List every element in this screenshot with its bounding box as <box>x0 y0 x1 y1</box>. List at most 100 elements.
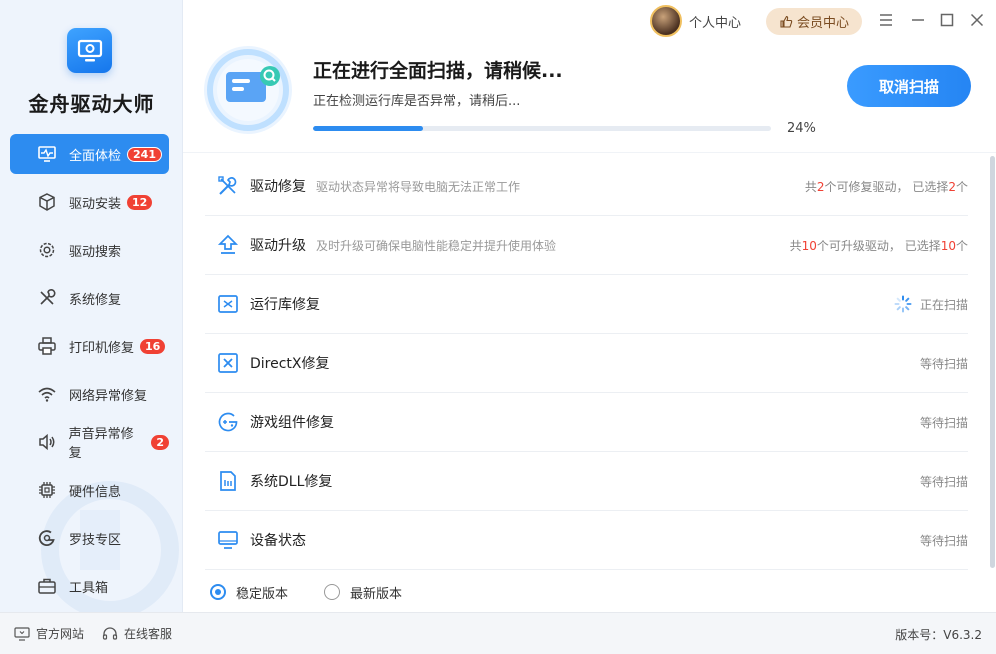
vip-center-label: 会员中心 <box>796 16 849 31</box>
sidebar-item-label: 网络异常修复 <box>69 388 148 404</box>
count-badge: 241 <box>127 146 162 162</box>
sidebar-item-sound-repair[interactable]: 声音异常修复 2 <box>10 422 169 462</box>
official-website-link[interactable]: 官方网站 <box>14 625 84 642</box>
progress-fill <box>313 126 423 131</box>
loading-spinner-icon <box>894 295 912 313</box>
item-name: 游戏组件修复 <box>250 415 334 431</box>
app-logo <box>67 28 112 73</box>
item-name: 驱动修复 <box>250 179 306 195</box>
sidebar-item-hardware-info[interactable]: 硬件信息 <box>10 470 169 510</box>
title-bar: 个人中心 会员中心 <box>183 0 996 42</box>
directx-icon <box>216 351 240 375</box>
gamepad-icon <box>216 410 240 434</box>
website-icon <box>14 626 30 641</box>
item-name: 运行库修复 <box>250 297 320 313</box>
item-status: 正在扫描 <box>894 295 968 313</box>
sidebar-item-logitech[interactable]: 罗技专区 <box>10 518 169 558</box>
headset-icon <box>102 626 118 640</box>
sidebar-item-label: 系统修复 <box>69 292 122 308</box>
runtime-icon <box>216 292 240 316</box>
gear-search-icon <box>36 239 58 261</box>
stable-version-radio[interactable]: 稳定版本 <box>210 583 288 602</box>
version-number: 版本号：V6.3.2 <box>895 628 982 642</box>
sidebar-item-label: 打印机修复 <box>69 340 135 356</box>
item-description: 驱动状态异常将导致电脑无法正常工作 <box>316 179 521 194</box>
item-description: 及时升级可确保电脑性能稳定并提升使用体验 <box>316 238 557 253</box>
minimize-icon[interactable] <box>910 12 926 28</box>
list-item-device-status[interactable]: 设备状态 等待扫描 <box>205 511 968 570</box>
tools-icon <box>216 174 240 198</box>
progress-percent: 24% <box>787 121 816 136</box>
item-name: 系统DLL修复 <box>250 474 333 490</box>
item-status: 共2个可修复驱动， 已选择2个 <box>804 179 968 194</box>
list-item-directx-repair[interactable]: DirectX修复 等待扫描 <box>205 334 968 393</box>
online-support-link[interactable]: 在线客服 <box>102 625 172 642</box>
footer: 官方网站 在线客服 版本号：V6.3.2 <box>0 612 996 654</box>
scan-illustration <box>204 46 292 134</box>
menu-icon[interactable] <box>878 12 894 28</box>
item-name: DirectX修复 <box>250 356 330 372</box>
item-name: 设备状态 <box>250 533 306 549</box>
website-label: 官方网站 <box>36 627 85 641</box>
item-status: 等待扫描 <box>919 533 968 548</box>
version-selector: 稳定版本 最新版本 <box>183 572 996 612</box>
list-item-driver-repair[interactable]: 驱动修复 驱动状态异常将导致电脑无法正常工作 共2个可修复驱动， 已选择2个 <box>205 157 968 216</box>
item-name: 驱动升级 <box>250 238 306 254</box>
sidebar: 金舟驱动大师 全面体检 241 驱动安装 12 驱动搜索 系统修复 打印机修复 … <box>0 0 183 612</box>
speaker-icon <box>36 431 58 453</box>
chip-icon <box>36 479 58 501</box>
support-label: 在线客服 <box>124 627 173 641</box>
sidebar-item-driver-install[interactable]: 驱动安装 12 <box>10 182 169 222</box>
logitech-icon <box>36 527 58 549</box>
sidebar-item-label: 驱动安装 <box>69 196 122 212</box>
sidebar-item-label: 全面体检 <box>69 148 122 164</box>
wifi-icon <box>36 383 58 405</box>
thumbs-up-icon <box>780 15 793 28</box>
sidebar-item-printer-repair[interactable]: 打印机修复 16 <box>10 326 169 366</box>
sidebar-item-label: 驱动搜索 <box>69 244 122 260</box>
close-icon[interactable] <box>969 12 985 28</box>
vip-center-button[interactable]: 会员中心 <box>766 8 862 35</box>
list-item-runtime-repair[interactable]: 运行库修复 正在扫描 <box>205 275 968 334</box>
toolbox-icon <box>36 575 58 597</box>
sidebar-item-label: 工具箱 <box>69 580 109 596</box>
sidebar-item-label: 硬件信息 <box>69 484 122 500</box>
dll-file-icon <box>216 469 240 493</box>
radio-unchecked-icon <box>324 584 341 600</box>
radio-checked-icon <box>210 584 226 600</box>
cancel-scan-button[interactable]: 取消扫描 <box>847 65 971 107</box>
radio-label: 最新版本 <box>350 586 403 602</box>
radio-label: 稳定版本 <box>236 586 289 602</box>
scan-subtitle: 正在检测运行库是否异常，请稍后... <box>313 94 521 109</box>
wrench-icon <box>36 287 58 309</box>
sidebar-item-system-repair[interactable]: 系统修复 <box>10 278 169 318</box>
sidebar-item-label: 声音异常修复 <box>68 427 134 461</box>
sidebar-item-network-repair[interactable]: 网络异常修复 <box>10 374 169 414</box>
maximize-icon[interactable] <box>939 12 955 28</box>
item-status: 等待扫描 <box>919 474 968 489</box>
item-status: 等待扫描 <box>919 415 968 430</box>
sidebar-item-label: 罗技专区 <box>69 532 122 548</box>
avatar[interactable] <box>650 5 682 37</box>
app-title: 金舟驱动大师 <box>28 92 155 116</box>
list-item-driver-upgrade[interactable]: 驱动升级 及时升级可确保电脑性能稳定并提升使用体验 共10个可升级驱动， 已选择… <box>205 216 968 275</box>
sidebar-item-toolbox[interactable]: 工具箱 <box>10 566 169 606</box>
item-status: 共10个可升级驱动， 已选择10个 <box>789 238 968 253</box>
monitor-scan-icon <box>36 143 58 165</box>
sidebar-item-driver-search[interactable]: 驱动搜索 <box>10 230 169 270</box>
logo-icon <box>77 39 102 61</box>
scan-progress-bar <box>313 126 771 131</box>
sidebar-nav: 全面体检 241 驱动安装 12 驱动搜索 系统修复 打印机修复 16 网络异常… <box>10 134 169 612</box>
count-badge: 2 <box>151 434 169 450</box>
latest-version-radio[interactable]: 最新版本 <box>324 583 402 602</box>
scan-title: 正在进行全面扫描，请稍候... <box>313 60 563 82</box>
list-item-game-component-repair[interactable]: 游戏组件修复 等待扫描 <box>205 393 968 452</box>
personal-center-link[interactable]: 个人中心 <box>689 12 741 31</box>
printer-icon <box>36 335 58 357</box>
scrollbar[interactable] <box>990 156 995 568</box>
count-badge: 16 <box>140 338 166 354</box>
sidebar-item-full-scan[interactable]: 全面体检 241 <box>10 134 169 174</box>
item-status: 等待扫描 <box>919 356 968 371</box>
list-item-system-dll-repair[interactable]: 系统DLL修复 等待扫描 <box>205 452 968 511</box>
count-badge: 12 <box>127 194 153 210</box>
